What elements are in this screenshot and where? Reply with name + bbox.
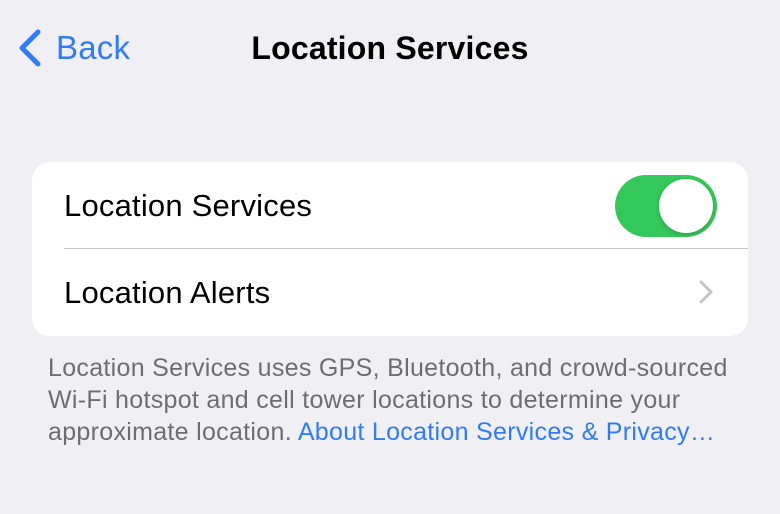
location-alerts-row[interactable]: Location Alerts <box>32 249 748 336</box>
about-privacy-link[interactable]: About Location Services & Privacy… <box>298 418 715 446</box>
location-services-row: Location Services <box>32 162 748 249</box>
page-title: Location Services <box>251 30 529 66</box>
location-services-label: Location Services <box>64 187 313 223</box>
location-services-toggle[interactable] <box>615 175 717 237</box>
location-alerts-label: Location Alerts <box>64 274 271 310</box>
toggle-knob <box>659 179 713 233</box>
settings-group: Location Services Location Alerts <box>32 162 748 336</box>
location-services-description: Location Services uses GPS, Bluetooth, a… <box>48 352 738 448</box>
chevron-right-icon <box>699 280 713 304</box>
navigation-bar: Back Location Services <box>0 0 780 96</box>
